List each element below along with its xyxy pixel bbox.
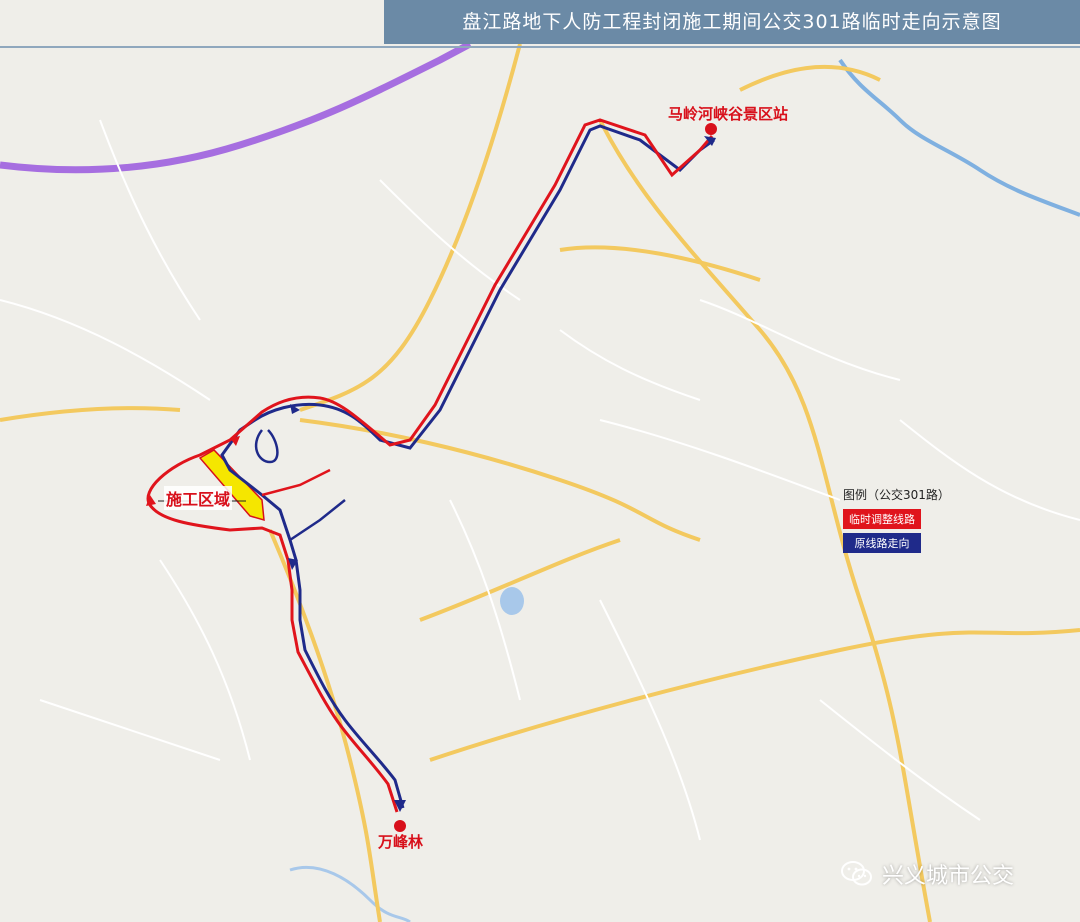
construction-zone-label: 施工区域 (164, 486, 233, 510)
watermark: 兴义城市公交 (840, 856, 1014, 892)
station-dot-icon[interactable] (705, 123, 717, 135)
wechat-icon (841, 861, 872, 886)
map-title: 盘江路地下人防工程封闭施工期间公交301路临时走向示意图 (384, 0, 1080, 44)
watermark-text: 兴义城市公交 (882, 864, 1015, 889)
legend-title: 图例（公交301路） (843, 488, 950, 502)
legend-item-temporary: 临时调整线路 (843, 509, 921, 529)
map-background (0, 0, 1080, 922)
map-canvas: 盘江路地下人防工程封闭施工期间公交301路临时走向示意图 马岭河峡谷景区站 万峰… (0, 0, 1080, 922)
route-map (0, 0, 1080, 922)
legend-item-original: 原线路走向 (843, 533, 921, 553)
station-label-north[interactable]: 马岭河峡谷景区站 (668, 103, 788, 124)
station-label-south[interactable]: 万峰林 (378, 831, 423, 852)
legend: 图例（公交301路） 临时调整线路 原线路走向 (843, 486, 983, 555)
title-divider (0, 46, 1080, 48)
lake (500, 587, 524, 615)
